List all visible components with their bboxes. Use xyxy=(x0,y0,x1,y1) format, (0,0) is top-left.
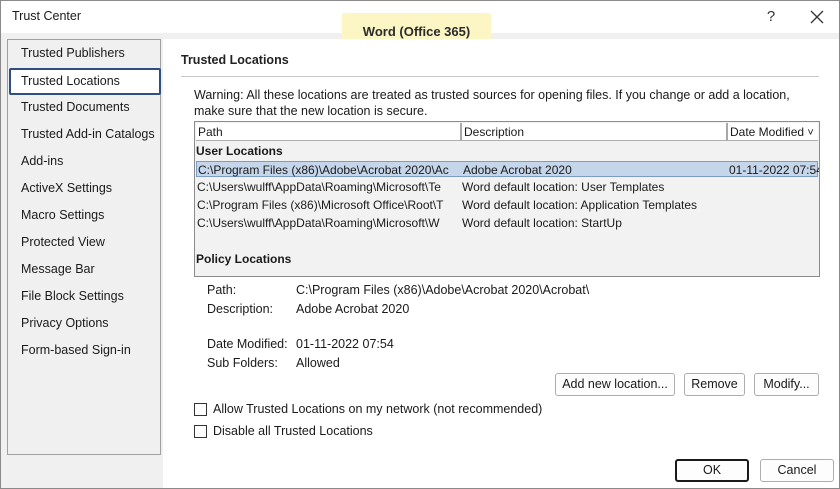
allow-network-option[interactable]: Allow Trusted Locations on my network (n… xyxy=(194,401,542,417)
close-icon xyxy=(810,10,824,24)
list-header: Path Description Date Modified ˅ xyxy=(196,123,818,141)
date-modified-label: Date Modified: xyxy=(207,337,288,351)
nav-item-protected-view[interactable]: Protected View xyxy=(9,229,161,256)
modify-button[interactable]: Modify... xyxy=(754,373,819,396)
row-date: 01-11-2022 07:54 xyxy=(729,163,819,177)
disable-all-label[interactable]: Disable all Trusted Locations xyxy=(213,424,373,438)
main-panel: Trusted Locations Warning: All these loc… xyxy=(163,39,839,488)
row-path: C:\Users\wulff\AppData\Roaming\Microsoft… xyxy=(197,180,441,194)
table-row[interactable]: C:\Users\wulff\AppData\Roaming\Microsoft… xyxy=(196,215,818,231)
nav-item-trusted-publishers[interactable]: Trusted Publishers xyxy=(9,40,161,67)
description-value: Adobe Acrobat 2020 xyxy=(296,302,410,316)
nav-item-trusted-locations[interactable]: Trusted Locations xyxy=(9,68,161,95)
warning-text: Warning: All these locations are treated… xyxy=(194,88,790,118)
nav-item-trusted-addin-catalogs[interactable]: Trusted Add-in Catalogs xyxy=(9,121,161,148)
column-header-date-label: Date Modified xyxy=(730,125,805,139)
subfolders-value: Allowed xyxy=(296,356,340,370)
nav-item-form-based-sign-in[interactable]: Form-based Sign-in xyxy=(9,337,161,364)
table-row[interactable]: C:\Program Files (x86)\Microsoft Office\… xyxy=(196,197,818,213)
column-header-date-modified[interactable]: Date Modified ˅ xyxy=(728,123,818,141)
remove-button[interactable]: Remove xyxy=(684,373,745,396)
allow-network-label[interactable]: Allow Trusted Locations on my network (n… xyxy=(213,402,542,416)
cancel-button[interactable]: Cancel xyxy=(760,459,834,482)
row-path: C:\Users\wulff\AppData\Roaming\Microsoft… xyxy=(197,216,440,230)
section-divider xyxy=(181,76,819,77)
row-path: C:\Program Files (x86)\Adobe\Acrobat 202… xyxy=(198,163,449,177)
column-header-path[interactable]: Path xyxy=(196,123,462,141)
ok-button[interactable]: OK xyxy=(675,459,749,482)
nav-item-activex-settings[interactable]: ActiveX Settings xyxy=(9,175,161,202)
trust-center-dialog: Trust Center ? Word (Office 365) Trusted… xyxy=(0,0,840,489)
group-user-locations: User Locations xyxy=(196,144,283,158)
sidebar-nav: Trusted Publishers Trusted Locations Tru… xyxy=(7,39,161,455)
path-value: C:\Program Files (x86)\Adobe\Acrobat 202… xyxy=(296,283,590,297)
row-description: Adobe Acrobat 2020 xyxy=(463,163,572,177)
add-new-location-button[interactable]: Add new location... xyxy=(555,373,675,396)
nav-item-message-bar[interactable]: Message Bar xyxy=(9,256,161,283)
sort-down-icon: ˅ xyxy=(807,127,814,139)
disable-all-option[interactable]: Disable all Trusted Locations xyxy=(194,423,373,439)
date-modified-value: 01-11-2022 07:54 xyxy=(296,337,394,351)
section-title: Trusted Locations xyxy=(181,53,289,67)
window-title: Trust Center xyxy=(12,9,82,23)
help-button[interactable]: ? xyxy=(755,3,787,31)
path-label: Path: xyxy=(207,283,237,297)
trusted-locations-list[interactable]: Path Description Date Modified ˅ User Lo… xyxy=(194,121,820,277)
group-policy-locations: Policy Locations xyxy=(196,252,292,266)
table-row[interactable]: C:\Program Files (x86)\Adobe\Acrobat 202… xyxy=(196,161,819,177)
row-description: Word default location: Application Templ… xyxy=(462,198,698,212)
row-path: C:\Program Files (x86)\Microsoft Office\… xyxy=(197,198,444,212)
nav-item-trusted-documents[interactable]: Trusted Documents xyxy=(9,94,161,121)
allow-network-checkbox[interactable] xyxy=(194,402,207,416)
nav-item-file-block-settings[interactable]: File Block Settings xyxy=(9,283,161,310)
nav-item-macro-settings[interactable]: Macro Settings xyxy=(9,202,161,229)
description-label: Description: xyxy=(207,302,273,316)
row-description: Word default location: StartUp xyxy=(462,216,622,230)
table-row[interactable]: C:\Users\wulff\AppData\Roaming\Microsoft… xyxy=(196,179,818,195)
subfolders-label: Sub Folders: xyxy=(207,356,278,370)
column-header-description[interactable]: Description xyxy=(462,123,728,141)
close-button[interactable] xyxy=(801,3,833,31)
nav-item-addins[interactable]: Add-ins xyxy=(9,148,161,175)
row-description: Word default location: User Templates xyxy=(462,180,665,194)
disable-all-checkbox[interactable] xyxy=(194,424,207,438)
nav-item-privacy-options[interactable]: Privacy Options xyxy=(9,310,161,337)
